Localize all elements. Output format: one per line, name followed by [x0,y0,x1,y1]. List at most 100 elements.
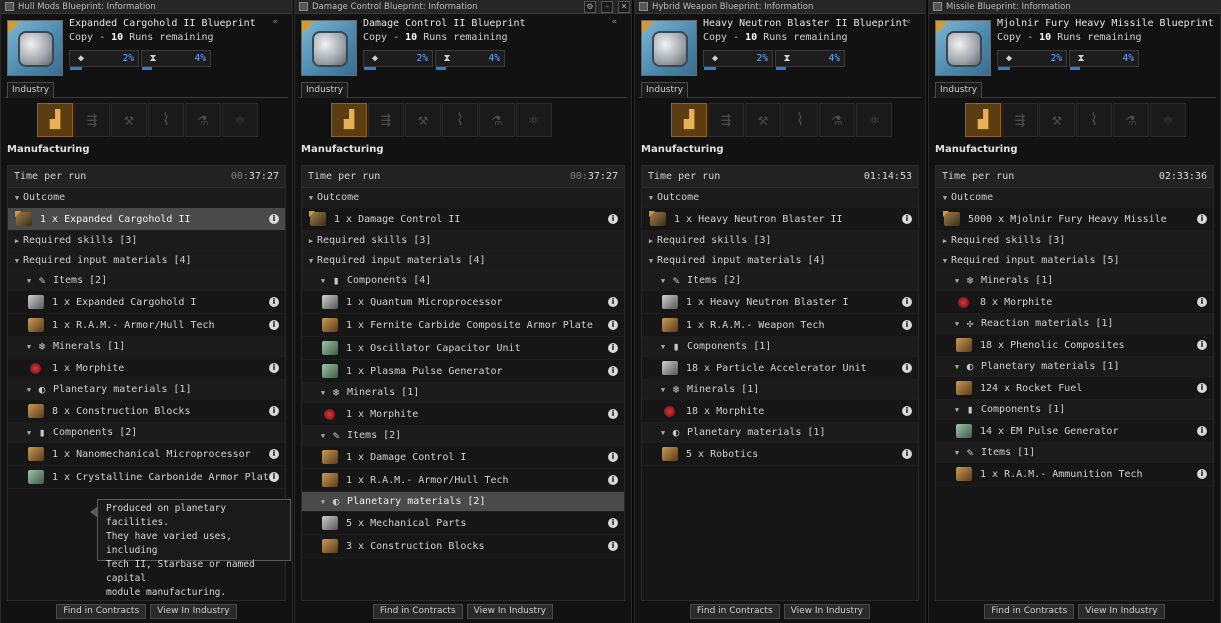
group-header[interactable]: ▼ ❄ Minerals [1] [8,337,285,357]
info-icon[interactable]: i [269,363,279,373]
info-icon[interactable]: i [902,214,912,224]
list-item[interactable]: 18 x Phenolic Composites i [936,334,1213,357]
list-item[interactable]: 1 x Nanomechanical Microprocessor i [8,443,285,466]
manufacturing-icon[interactable]: ▟ [965,103,1001,137]
list-item[interactable]: 1 x Damage Control I i [302,446,624,469]
manufacturing-icon[interactable]: ▟ [331,103,367,137]
tab-industry[interactable]: Industry [7,82,55,98]
find-in-contracts-button[interactable]: Find in Contracts [372,604,463,619]
group-header[interactable]: ▼ ◐ Planetary materials [1] [936,357,1213,377]
list-item[interactable]: 1 x Expanded Cargohold II i [8,208,285,231]
group-header[interactable]: ▼ Outcome [8,188,285,208]
invention-icon[interactable]: ⚗ [1113,103,1149,137]
list-item[interactable]: 1 x Plasma Pulse Generator i [302,360,624,383]
reactions-icon[interactable]: ⚛ [856,103,892,137]
copying-icon[interactable]: ⌇ [1076,103,1112,137]
collapse-arrow-icon[interactable]: ▼ [940,194,950,202]
invention-icon[interactable]: ⚗ [819,103,855,137]
group-header[interactable]: ▼ ▮ Components [4] [302,271,624,291]
blueprint-thumbnail[interactable] [935,20,991,76]
invention-icon[interactable]: ⚗ [479,103,515,137]
info-icon[interactable]: i [1197,214,1207,224]
group-header[interactable]: ▼ ◐ Planetary materials [1] [642,423,918,443]
expand-arrow-icon[interactable]: ▶ [12,237,22,245]
list-item[interactable]: 1 x R.A.M.- Armor/Hull Tech i [8,314,285,337]
list-item[interactable]: 3 x Construction Blocks i [302,535,624,558]
copying-icon[interactable]: ⌇ [442,103,478,137]
collapse-icon[interactable]: « [273,17,278,27]
minimize-icon[interactable]: – [601,0,613,13]
list-item[interactable]: 8 x Morphite i [936,291,1213,314]
research-me-icon[interactable]: ⚒ [405,103,441,137]
info-icon[interactable]: i [269,406,279,416]
window-titlebar[interactable]: Hybrid Weapon Blueprint: Information [635,0,925,14]
group-header[interactable]: ▼ ✎ Items [1] [936,443,1213,463]
list-item[interactable]: 1 x Fernite Carbide Composite Armor Plat… [302,314,624,337]
info-icon[interactable]: i [608,343,618,353]
tab-industry[interactable]: Industry [301,82,349,98]
info-icon[interactable]: i [608,541,618,551]
window-titlebar[interactable]: Hull Mods Blueprint: Information [1,0,292,14]
group-header[interactable]: ▼ Required input materials [5] [936,251,1213,271]
window-titlebar[interactable]: Missile Blueprint: Information [929,0,1220,14]
view-in-industry-button[interactable]: View In Industry [150,604,237,619]
collapse-arrow-icon[interactable]: ▼ [658,386,668,394]
list-item[interactable]: 1 x Heavy Neutron Blaster II i [642,208,918,231]
collapse-arrow-icon[interactable]: ▼ [952,277,962,285]
close-icon[interactable]: ✕ [618,0,630,13]
list-item[interactable]: 8 x Construction Blocks i [8,400,285,423]
group-header[interactable]: ▼ ❄ Minerals [1] [936,271,1213,291]
list-item[interactable]: 1 x R.A.M.- Ammunition Tech i [936,463,1213,486]
collapse-icon[interactable]: « [1201,17,1206,27]
info-icon[interactable]: i [269,297,279,307]
group-header[interactable]: ▼ ❄ Minerals [1] [302,383,624,403]
info-icon[interactable]: i [608,452,618,462]
list-item[interactable]: 1 x Quantum Microprocessor i [302,291,624,314]
reactions-icon[interactable]: ⚛ [1150,103,1186,137]
copying-icon[interactable]: ⌇ [782,103,818,137]
reactions-icon[interactable]: ⚛ [222,103,258,137]
group-header[interactable]: ▼ Outcome [936,188,1213,208]
manufacturing-icon[interactable]: ▟ [671,103,707,137]
research-me-icon[interactable]: ⚒ [111,103,147,137]
group-header[interactable]: ▼ ✎ Items [2] [8,271,285,291]
blueprint-thumbnail[interactable] [301,20,357,76]
collapse-arrow-icon[interactable]: ▼ [24,386,34,394]
view-in-industry-button[interactable]: View In Industry [783,604,871,619]
info-icon[interactable]: i [1197,340,1207,350]
info-icon[interactable]: i [608,366,618,376]
info-icon[interactable]: i [902,406,912,416]
group-header[interactable]: ▼ Outcome [642,188,918,208]
info-icon[interactable]: i [269,472,279,482]
list-item[interactable]: 1 x Morphite i [8,357,285,380]
collapse-arrow-icon[interactable]: ▼ [952,449,962,457]
list-item[interactable]: 5 x Robotics i [642,443,918,466]
collapse-arrow-icon[interactable]: ▼ [306,194,316,202]
view-in-industry-button[interactable]: View In Industry [466,604,554,619]
collapse-arrow-icon[interactable]: ▼ [24,429,34,437]
group-header[interactable]: ▼ ▮ Components [1] [936,400,1213,420]
expand-arrow-icon[interactable]: ▶ [306,237,316,245]
expand-arrow-icon[interactable]: ▶ [646,237,656,245]
list-item[interactable]: 1 x Oscillator Capacitor Unit i [302,337,624,360]
collapse-icon[interactable]: « [906,17,911,27]
list-item[interactable]: 18 x Particle Accelerator Unit i [642,357,918,380]
group-header[interactable]: ▶ Required skills [3] [642,231,918,251]
group-header[interactable]: ▶ Required skills [3] [302,231,624,251]
settings-icon[interactable]: ⚙ [584,0,596,13]
collapse-arrow-icon[interactable]: ▼ [12,257,22,265]
info-icon[interactable]: i [1197,469,1207,479]
manufacturing-icon[interactable]: ▟ [37,103,73,137]
group-header[interactable]: ▼ ◐ Planetary materials [2] [302,492,624,512]
info-icon[interactable]: i [608,214,618,224]
info-icon[interactable]: i [269,214,279,224]
tab-industry[interactable]: Industry [935,82,983,98]
info-icon[interactable]: i [269,320,279,330]
collapse-arrow-icon[interactable]: ▼ [12,194,22,202]
info-icon[interactable]: i [902,297,912,307]
list-item[interactable]: 1 x Damage Control II i [302,208,624,231]
group-header[interactable]: ▼ ✎ Items [2] [642,271,918,291]
collapse-arrow-icon[interactable]: ▼ [318,389,328,397]
info-icon[interactable]: i [1197,383,1207,393]
list-item[interactable]: 124 x Rocket Fuel i [936,377,1213,400]
